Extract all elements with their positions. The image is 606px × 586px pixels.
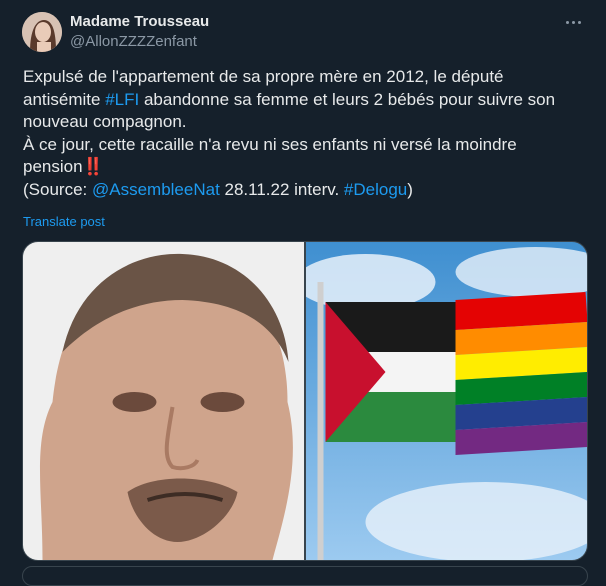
post-text-line: (Source:	[23, 179, 92, 199]
post-text-line: À ce jour, cette racaille n'a revu ni se…	[23, 134, 517, 154]
post-text-line: 28.11.22 interv.	[219, 179, 344, 199]
author-display-name[interactable]: Madame Trousseau	[70, 12, 209, 32]
post-text-line: antisémite	[23, 89, 106, 109]
author-handle[interactable]: @AllonZZZZenfant	[70, 32, 209, 52]
post-text-line: nouveau compagnon.	[23, 112, 187, 131]
post-text-line: )	[407, 179, 413, 199]
media-photo-portrait[interactable]	[23, 242, 304, 560]
hashtag-lfi-link[interactable]: #LFI	[105, 90, 139, 109]
hashtag-delogu-link[interactable]: #Delogu	[344, 180, 407, 199]
post-text-line: abandonne sa femme et leurs 2 bébés pour…	[139, 89, 556, 109]
portrait-image	[23, 242, 304, 560]
post: Madame Trousseau @AllonZZZZenfant Expuls…	[0, 0, 606, 586]
media-photo-flag[interactable]	[306, 242, 587, 560]
double-exclamation-emoji: ‼️	[82, 157, 104, 176]
author-block: Madame Trousseau @AllonZZZZenfant	[70, 12, 209, 52]
avatar-image	[22, 12, 62, 52]
post-text-line: pension	[23, 157, 83, 176]
more-options-icon[interactable]	[562, 10, 586, 34]
post-text-line: Expulsé de l'appartement de sa propre mè…	[23, 67, 504, 86]
quoted-card-edge	[22, 566, 588, 586]
post-text: Expulsé de l'appartement de sa propre mè…	[23, 66, 583, 201]
mention-assembleenat-link[interactable]: @AssembleeNat	[92, 180, 220, 199]
translate-post-link[interactable]: Translate post	[23, 214, 105, 229]
avatar[interactable]	[22, 12, 62, 52]
media-gallery	[22, 241, 588, 561]
flag-image	[306, 242, 587, 560]
